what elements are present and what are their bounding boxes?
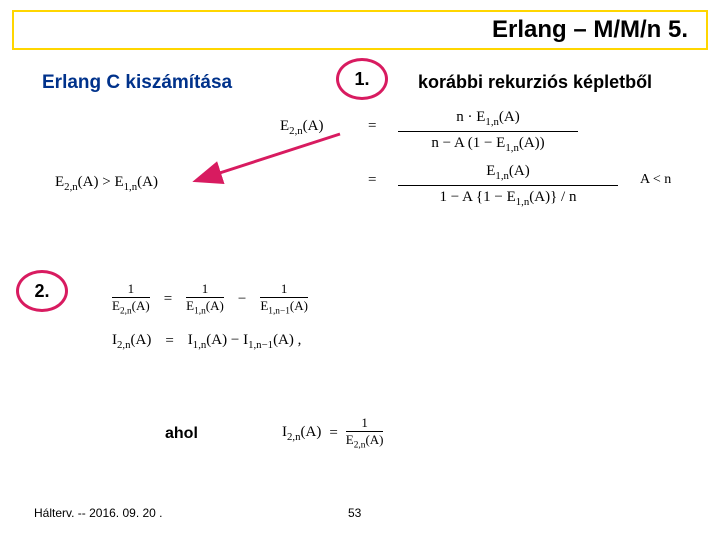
formula-fraction-2: E1,n(A) 1 − A {1 − E1,n(A)} / n [398,162,618,209]
from-previous-text: korábbi rekurziós képletből [418,72,652,93]
b2l2-rhs: I1,n(A) − I1,n−1(A) , [188,332,302,351]
footer-date: Hálterv. -- 2016. 09. 20 . [34,506,163,520]
marker-1-circle: 1. [336,58,388,100]
slide-title-box: Erlang – M/M/n 5. [12,10,708,50]
b2l1-lhs-frac: 1 E2,n(A) [112,282,150,317]
b2l1-r2-frac: 1 E1,n−1(A) [260,282,308,317]
condition-a-lt-n: A < n [640,172,671,188]
b2l1-r2-num: 1 [260,282,308,298]
ahol-frac: 1 E2,n(A) [346,416,384,451]
footer-page-number: 53 [348,506,361,520]
marker-2-circle: 2. [16,270,68,312]
arrow-icon [190,130,350,200]
ahol-equation: I2,n(A) = 1 E2,n(A) [282,416,383,451]
b2l2-eq: = [165,333,173,350]
equals-sign-2: = [368,172,376,189]
ahol-lhs: I2,n(A) [282,424,321,443]
b2l1-r1-den: E1,n(A) [186,298,224,317]
frac2-numerator: E1,n(A) [398,162,618,186]
marker-2-label: 2. [34,281,49,302]
inequality-e2-gt-e1: E2,n(A) > E1,n(A) [55,174,158,193]
b2l1-lhs-den: E2,n(A) [112,298,150,317]
b2l1-lhs-num: 1 [112,282,150,298]
block2-line1: 1 E2,n(A) = 1 E1,n(A) − 1 E1,n−1(A) [112,282,308,317]
block2-line2: I2,n(A) = I1,n(A) − I1,n−1(A) , [112,332,301,351]
frac1-numerator: n · E1,n(A) [398,108,578,132]
slide-title: Erlang – M/M/n 5. [492,16,688,44]
equals-sign-1: = [368,118,376,135]
b2l1-minus: − [238,291,246,308]
ahol-label: ahol [165,425,198,443]
b2l1-r2-den: E1,n−1(A) [260,298,308,317]
b2l2-lhs: I2,n(A) [112,332,151,351]
formula-fraction-1: n · E1,n(A) n − A (1 − E1,n(A)) [398,108,578,155]
b2l1-eq: = [164,291,172,308]
ahol-eq: = [329,425,337,442]
ahol-den: E2,n(A) [346,432,384,451]
frac2-denominator: 1 − A {1 − E1,n(A)} / n [398,186,618,209]
b2l1-r1-frac: 1 E1,n(A) [186,282,224,317]
slide-subtitle: Erlang C kiszámítása [42,72,232,94]
marker-1-label: 1. [354,69,369,90]
b2l1-r1-num: 1 [186,282,224,298]
ahol-num: 1 [346,416,384,432]
frac1-denominator: n − A (1 − E1,n(A)) [398,132,578,155]
